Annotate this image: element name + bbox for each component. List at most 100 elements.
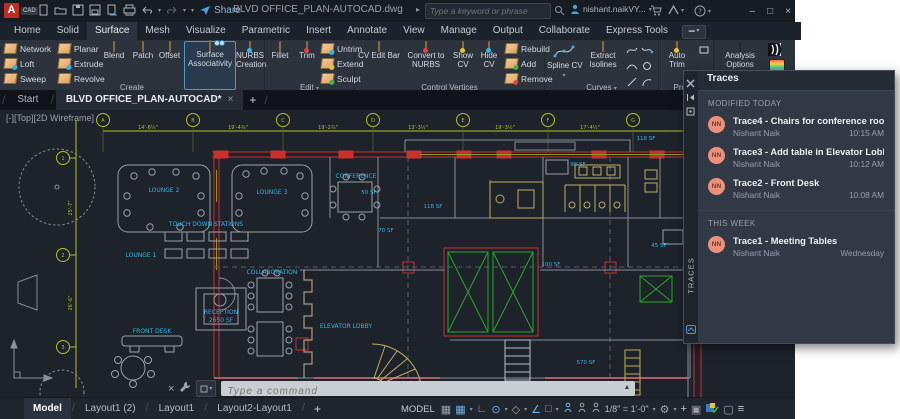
project-view-icon[interactable] — [697, 44, 710, 56]
palette-tab-label[interactable]: TRACES — [687, 252, 696, 300]
viewport-controls[interactable]: [-][Top][2D Wireframe] — [6, 113, 94, 123]
trace-item[interactable]: NN Trace1 - Meeting Tables Nishant NaikW… — [698, 231, 894, 262]
redo-icon[interactable] — [166, 5, 178, 16]
help-menu[interactable]: ? ▾ — [694, 5, 711, 17]
add-status-icon[interactable]: + — [680, 403, 686, 415]
trace-item[interactable]: NN Trace3 - Add table in Elevator Lobby … — [698, 142, 894, 173]
transfer-icon[interactable] — [106, 4, 118, 16]
customization-gear-icon[interactable]: ⚙ — [660, 403, 670, 416]
tab-annotate[interactable]: Annotate — [339, 22, 395, 40]
command-close-icon[interactable]: × — [168, 383, 174, 395]
redo-caret-icon[interactable]: ▾ — [183, 7, 186, 14]
add-button[interactable]: Add — [505, 58, 536, 69]
drawing-tab-close-icon[interactable]: × — [228, 94, 234, 105]
extract-isolines-button[interactable]: ExtractIsolines — [585, 43, 621, 70]
graphics-performance-icon[interactable] — [705, 402, 719, 417]
object-snap-tracking-icon[interactable]: ∠ — [531, 403, 541, 416]
tab-parametric[interactable]: Parametric — [234, 22, 298, 40]
open-folder-icon[interactable] — [54, 4, 67, 16]
trace-item[interactable]: NN Trace4 - Chairs for conference room N… — [698, 111, 894, 142]
command-input[interactable] — [221, 384, 614, 399]
ribbon-display-toggle[interactable]: ▬ ▾ — [682, 25, 706, 39]
user-account[interactable]: nishant.naikVY... ▾ — [570, 4, 652, 14]
autoscale-icon[interactable] — [577, 402, 587, 416]
command-options-button[interactable]: ▾ — [196, 380, 216, 397]
curve-offset-icon[interactable] — [625, 60, 638, 72]
palette-properties-icon[interactable] — [686, 103, 695, 121]
minimize-button[interactable]: – — [750, 6, 756, 17]
convert-to-nurbs-button[interactable]: Convert toNURBS — [403, 43, 449, 70]
tab-visualize[interactable]: Visualize — [178, 22, 234, 40]
blend-button[interactable]: Blend — [100, 43, 128, 61]
tab-express-tools[interactable]: Express Tools — [598, 22, 676, 40]
tab-solid[interactable]: Solid — [49, 22, 87, 40]
spline-cv-button[interactable]: Spline CV▾ — [547, 43, 581, 80]
annotation-scale-icon[interactable] — [591, 402, 601, 416]
layout1-tab[interactable]: Layout1 — [150, 398, 204, 419]
model-tab[interactable]: Model — [24, 398, 71, 419]
curve-circle-icon[interactable] — [640, 60, 653, 72]
drawing-tab[interactable]: BLVD OFFICE_PLAN-AUTOCAD*× — [56, 90, 244, 110]
undo-caret-icon[interactable]: ▾ — [158, 7, 161, 14]
rebuild-button[interactable]: Rebuild — [505, 43, 550, 54]
isometric-drafting-icon[interactable]: ◇ — [512, 403, 520, 416]
curve-fit-icon[interactable] — [625, 44, 638, 56]
autodesk-menu[interactable]: ▾ — [668, 5, 684, 15]
command-history-icon[interactable]: ▲ — [624, 384, 631, 391]
search-expand-icon[interactable]: ▸ — [416, 5, 420, 14]
planar-button[interactable]: Planar — [58, 43, 99, 54]
nurbs-creation-button[interactable]: NURBSCreation — [236, 43, 263, 70]
extrude-button[interactable]: Extrude — [58, 58, 103, 69]
polar-caret-icon[interactable]: ▾ — [505, 406, 508, 413]
save-icon[interactable] — [72, 4, 84, 16]
gear-caret-icon[interactable]: ▾ — [673, 406, 676, 413]
clean-screen-icon[interactable]: ▢ — [723, 403, 733, 416]
patch-button[interactable]: Patch — [130, 43, 156, 61]
autocad-logo[interactable]: A CAD — [4, 3, 38, 18]
floor-plan[interactable]: A B C D E F G 14'-6¼" 19'-4¾" 19'-2¾" 13… — [0, 110, 795, 397]
layout1-2-tab[interactable]: Layout1 (2) — [76, 398, 145, 419]
new-drawing-tab-button[interactable]: + — [243, 90, 262, 110]
tab-insert[interactable]: Insert — [298, 22, 339, 40]
tab-mesh[interactable]: Mesh — [137, 22, 177, 40]
osnap-caret-icon[interactable]: ▾ — [556, 406, 559, 413]
search-icon[interactable] — [554, 5, 565, 19]
grid-display-icon[interactable]: ▦ — [441, 403, 451, 416]
model-space-toggle[interactable]: MODEL — [401, 404, 435, 415]
drawing-canvas[interactable]: [-][Top][2D Wireframe] A B C D E F G 14'… — [0, 110, 795, 397]
show-cv-button[interactable]: ShowCV — [451, 43, 475, 70]
undo-icon[interactable] — [141, 5, 153, 16]
search-input[interactable] — [426, 4, 558, 18]
tab-view[interactable]: View — [395, 22, 433, 40]
maximize-button[interactable]: □ — [767, 6, 773, 17]
new-file-icon[interactable] — [38, 4, 49, 16]
layout2-layout1-tab[interactable]: Layout2-Layout1 — [208, 398, 301, 419]
cart-icon[interactable] — [650, 5, 662, 19]
isolate-objects-icon[interactable]: ▣ — [691, 403, 701, 416]
palette-title[interactable]: Traces — [698, 71, 894, 91]
auto-trim-button[interactable]: AutoTrim — [661, 43, 693, 70]
snap-caret-icon[interactable]: ▾ — [470, 406, 473, 413]
trace-item[interactable]: NN Trace2 - Front Desk Nishant Naik10:08… — [698, 173, 894, 204]
search-box[interactable] — [425, 3, 551, 19]
trim-button[interactable]: Trim — [295, 43, 319, 61]
qat-customize-caret-icon[interactable]: ▾ — [191, 7, 194, 14]
plot-icon[interactable] — [123, 4, 136, 16]
network-button[interactable]: Network — [4, 43, 51, 54]
command-input-box[interactable]: ▲ — [221, 381, 635, 396]
loft-button[interactable]: Loft — [4, 58, 34, 69]
isodraft-caret-icon[interactable]: ▾ — [524, 406, 527, 413]
close-button[interactable]: × — [785, 6, 791, 17]
tab-output[interactable]: Output — [485, 22, 531, 40]
tab-manage[interactable]: Manage — [433, 22, 485, 40]
save-as-icon[interactable] — [89, 4, 101, 16]
tab-collaborate[interactable]: Collaborate — [531, 22, 598, 40]
ortho-mode-icon[interactable]: ∟ — [477, 403, 488, 415]
traces-palette-icon[interactable] — [686, 321, 696, 339]
scale-caret-icon[interactable]: ▾ — [653, 406, 656, 413]
new-layout-button[interactable]: + — [306, 398, 329, 419]
curve-blend-icon[interactable] — [640, 44, 653, 56]
annotation-scale-value[interactable]: 1/8" = 1'-0" — [605, 404, 649, 414]
fillet-button[interactable]: Fillet — [267, 43, 293, 61]
polar-tracking-icon[interactable]: ⊙ — [491, 403, 500, 416]
